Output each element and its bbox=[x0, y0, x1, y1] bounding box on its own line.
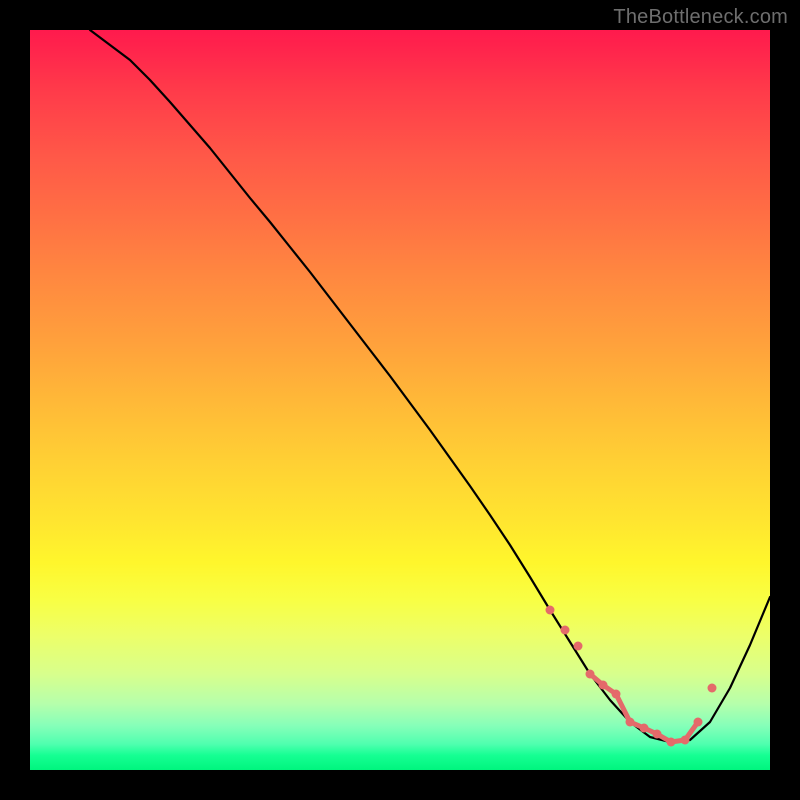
highlight-dot bbox=[561, 626, 570, 635]
highlight-dot bbox=[546, 606, 555, 615]
plot-area bbox=[30, 30, 770, 770]
highlight-dot bbox=[694, 718, 703, 727]
bottleneck-curve bbox=[90, 30, 770, 742]
highlight-dot bbox=[574, 642, 583, 651]
optimal-range-highlight bbox=[546, 606, 717, 747]
curve-svg bbox=[30, 30, 770, 770]
chart-frame: TheBottleneck.com bbox=[0, 0, 800, 800]
highlight-dot bbox=[708, 684, 717, 693]
watermark-text: TheBottleneck.com bbox=[613, 6, 788, 29]
